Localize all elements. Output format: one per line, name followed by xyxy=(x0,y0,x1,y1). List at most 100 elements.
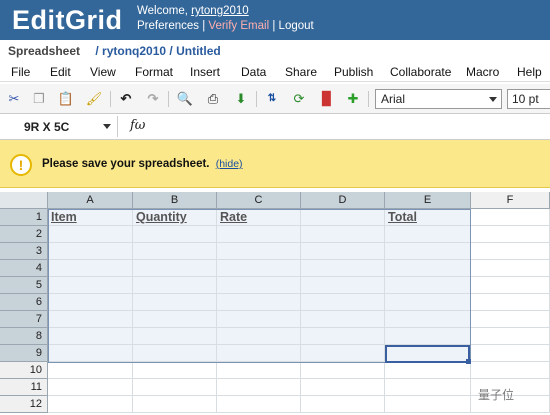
cell-c10[interactable] xyxy=(217,362,301,379)
cell-d9[interactable] xyxy=(301,345,385,362)
menu-view[interactable]: View xyxy=(90,65,116,79)
cell-e5[interactable] xyxy=(385,277,471,294)
cell-a6[interactable] xyxy=(48,294,133,311)
column-header-e[interactable]: E xyxy=(385,192,471,209)
menu-format[interactable]: Format xyxy=(135,65,173,79)
column-header-b[interactable]: B xyxy=(133,192,217,209)
cell-b12[interactable] xyxy=(133,396,217,413)
cell-b9[interactable] xyxy=(133,345,217,362)
cell-a7[interactable] xyxy=(48,311,133,328)
cell-b11[interactable] xyxy=(133,379,217,396)
row-header-11[interactable]: 11 xyxy=(0,379,48,396)
column-header-d[interactable]: D xyxy=(301,192,385,209)
cell-d5[interactable] xyxy=(301,277,385,294)
cell-e4[interactable] xyxy=(385,260,471,277)
cell-a2[interactable] xyxy=(48,226,133,243)
function-icon[interactable]: fω xyxy=(130,118,145,133)
menu-data[interactable]: Data xyxy=(241,65,266,79)
row-header-3[interactable]: 3 xyxy=(0,243,48,260)
cell-c9[interactable] xyxy=(217,345,301,362)
row-header-6[interactable]: 6 xyxy=(0,294,48,311)
row-header-9[interactable]: 9 xyxy=(0,345,48,362)
cell-f2[interactable] xyxy=(471,226,550,243)
row-header-7[interactable]: 7 xyxy=(0,311,48,328)
menu-macro[interactable]: Macro xyxy=(466,65,499,79)
cell-f4[interactable] xyxy=(471,260,550,277)
cell-c4[interactable] xyxy=(217,260,301,277)
cell-e2[interactable] xyxy=(385,226,471,243)
app-logo[interactable]: EditGrid xyxy=(12,5,123,36)
cell-f7[interactable] xyxy=(471,311,550,328)
cell-e6[interactable] xyxy=(385,294,471,311)
cell-b5[interactable] xyxy=(133,277,217,294)
cell-f9[interactable] xyxy=(471,345,550,362)
cell-d11[interactable] xyxy=(301,379,385,396)
font-size-select[interactable]: 10 pt xyxy=(507,89,550,109)
cell-e12[interactable] xyxy=(385,396,471,413)
verify-email-link[interactable]: Verify Email xyxy=(208,20,269,32)
cell-a9[interactable] xyxy=(48,345,133,362)
print-icon[interactable]: ⎙ xyxy=(204,90,222,108)
cell-d2[interactable] xyxy=(301,226,385,243)
column-header-c[interactable]: C xyxy=(217,192,301,209)
row-header-12[interactable]: 12 xyxy=(0,396,48,413)
cell-d8[interactable] xyxy=(301,328,385,345)
cell-d3[interactable] xyxy=(301,243,385,260)
breadcrumb-section[interactable]: Spreadsheet xyxy=(8,44,80,58)
menu-edit[interactable]: Edit xyxy=(50,65,71,79)
cell-f8[interactable] xyxy=(471,328,550,345)
row-header-10[interactable]: 10 xyxy=(0,362,48,379)
hide-notice-link[interactable]: (hide) xyxy=(216,158,243,170)
refresh-icon[interactable]: ⟳ xyxy=(290,90,308,108)
menu-share[interactable]: Share xyxy=(285,65,317,79)
cell-b4[interactable] xyxy=(133,260,217,277)
username-link[interactable]: rytong2010 xyxy=(191,5,249,17)
logout-link[interactable]: Logout xyxy=(279,20,314,32)
copy-icon[interactable]: ❐ xyxy=(30,90,48,108)
cell-c11[interactable] xyxy=(217,379,301,396)
row-header-8[interactable]: 8 xyxy=(0,328,48,345)
redo-icon[interactable]: ↷ xyxy=(144,90,162,108)
row-header-4[interactable]: 4 xyxy=(0,260,48,277)
paste-icon[interactable]: 📋 xyxy=(57,90,75,108)
cell-a11[interactable] xyxy=(48,379,133,396)
cell-reference-box[interactable]: 9R X 5C xyxy=(0,116,118,137)
chart-icon[interactable]: ▉ xyxy=(318,90,336,108)
cell-a5[interactable] xyxy=(48,277,133,294)
cell-a4[interactable] xyxy=(48,260,133,277)
menu-publish[interactable]: Publish xyxy=(334,65,373,79)
undo-icon[interactable]: ↶ xyxy=(117,90,135,108)
cell-f1[interactable] xyxy=(471,209,550,226)
cell-e3[interactable] xyxy=(385,243,471,260)
cell-a12[interactable] xyxy=(48,396,133,413)
cell-e7[interactable] xyxy=(385,311,471,328)
column-header-a[interactable]: A xyxy=(48,192,133,209)
cell-c3[interactable] xyxy=(217,243,301,260)
find-icon[interactable]: 🔍 xyxy=(176,90,194,108)
active-cell[interactable] xyxy=(385,345,470,363)
cell-e10[interactable] xyxy=(385,362,471,379)
cell-d6[interactable] xyxy=(301,294,385,311)
cell-b10[interactable] xyxy=(133,362,217,379)
sort-icon[interactable]: ⇅ xyxy=(263,90,281,108)
cell-c8[interactable] xyxy=(217,328,301,345)
cell-d1[interactable] xyxy=(301,209,385,226)
cell-e1[interactable]: Total xyxy=(385,209,471,226)
cell-b8[interactable] xyxy=(133,328,217,345)
download-icon[interactable]: ⬇ xyxy=(232,90,250,108)
cell-d12[interactable] xyxy=(301,396,385,413)
menu-file[interactable]: File xyxy=(11,65,30,79)
cell-a1[interactable]: Item xyxy=(48,209,133,226)
fill-handle[interactable] xyxy=(466,359,471,364)
row-header-2[interactable]: 2 xyxy=(0,226,48,243)
plugin-icon[interactable]: ✚ xyxy=(344,90,362,108)
cell-d7[interactable] xyxy=(301,311,385,328)
preferences-link[interactable]: Preferences xyxy=(137,20,199,32)
menu-insert[interactable]: Insert xyxy=(190,65,220,79)
cell-c12[interactable] xyxy=(217,396,301,413)
cell-a8[interactable] xyxy=(48,328,133,345)
cell-f5[interactable] xyxy=(471,277,550,294)
cell-f10[interactable] xyxy=(471,362,550,379)
row-header-1[interactable]: 1 xyxy=(0,209,48,226)
select-all-corner[interactable] xyxy=(0,192,48,209)
